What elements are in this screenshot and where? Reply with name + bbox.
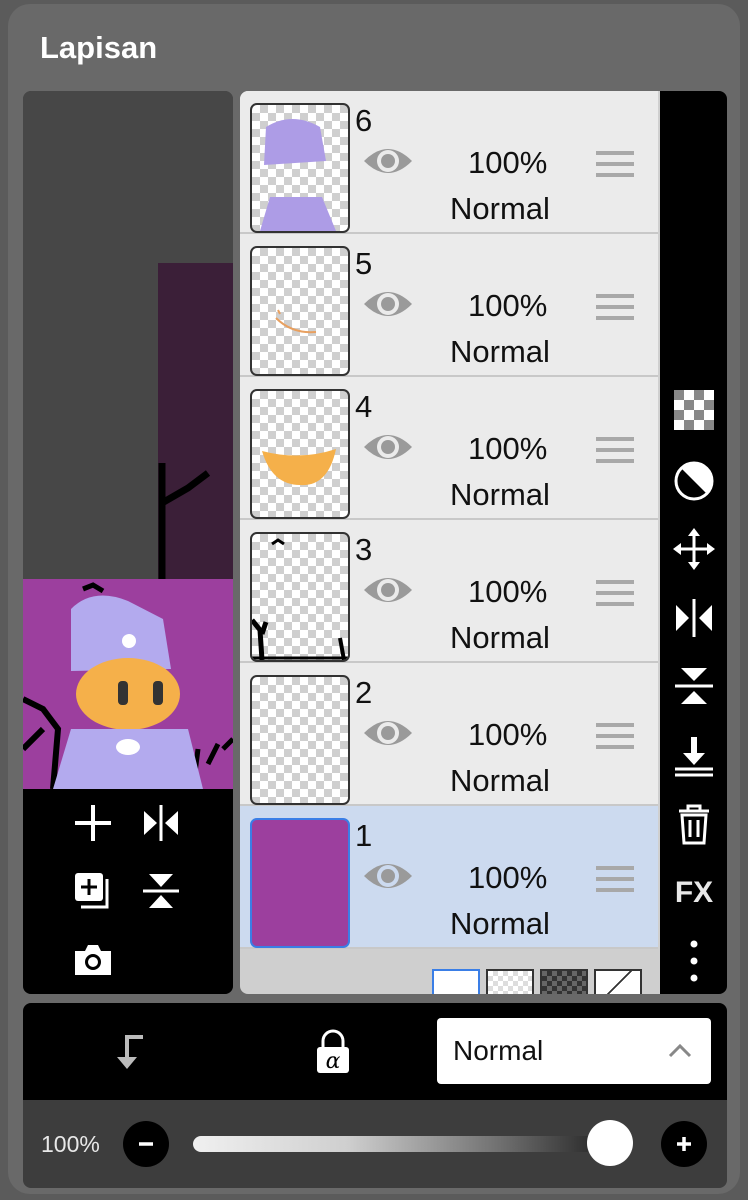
drag-handle-icon[interactable]	[596, 580, 634, 610]
invert-icon[interactable]	[669, 456, 719, 506]
blend-mode-select[interactable]: Normal	[437, 1018, 711, 1084]
opacity-slider-knob[interactable]	[587, 1120, 633, 1166]
layer-tools-sidebar: FX	[660, 91, 727, 994]
decrease-opacity-button[interactable]	[123, 1121, 169, 1167]
visibility-eye-icon[interactable]	[362, 427, 414, 467]
move-icon[interactable]	[669, 524, 719, 574]
visibility-eye-icon[interactable]	[362, 856, 414, 896]
visibility-eye-icon[interactable]	[362, 141, 414, 181]
layer-blend-mode: Normal	[450, 477, 550, 512]
drag-handle-icon[interactable]	[596, 151, 634, 181]
layer-row[interactable]: 6 100% Normal	[240, 91, 658, 234]
layer-thumbnail	[250, 675, 350, 805]
drag-handle-icon[interactable]	[596, 294, 634, 324]
layer-opacity: 100%	[468, 288, 548, 323]
layer-row[interactable]: 2 100% Normal	[240, 663, 658, 806]
merge-down-icon[interactable]	[669, 731, 719, 781]
increase-opacity-button[interactable]	[661, 1121, 707, 1167]
layer-list[interactable]: 6 100% Normal 5 100% Normal 4 100% Norma…	[240, 91, 660, 994]
layer-thumbnail	[250, 532, 350, 662]
layer-thumbnail	[250, 246, 350, 376]
layer-options-bar: α Normal	[23, 1003, 727, 1100]
layer-row[interactable]: 4 100% Normal	[240, 377, 658, 520]
more-icon[interactable]	[669, 936, 719, 986]
transparency-icon[interactable]	[669, 385, 719, 435]
layer-number: 6	[355, 103, 373, 138]
add-layer-icon[interactable]	[71, 801, 115, 845]
drag-handle-icon[interactable]	[596, 723, 634, 753]
layer-blend-mode: Normal	[450, 906, 550, 941]
alpha-lock-icon[interactable]: α	[313, 1029, 353, 1075]
dark-checker-swatch[interactable]	[540, 969, 588, 994]
chevron-up-icon	[668, 1043, 692, 1058]
preview-thumbnail[interactable]	[23, 579, 233, 790]
layer-number: 5	[355, 246, 373, 281]
layer-opacity: 100%	[468, 145, 548, 180]
layer-opacity: 100%	[468, 574, 548, 609]
layer-number: 2	[355, 675, 373, 710]
flip-vertical-icon[interactable]	[669, 661, 719, 711]
layer-thumbnail	[250, 103, 350, 233]
blend-mode-value: Normal	[453, 1035, 544, 1066]
duplicate-layer-icon[interactable]	[71, 869, 115, 913]
white-background-swatch[interactable]	[432, 969, 480, 994]
drag-handle-icon[interactable]	[596, 437, 634, 467]
layer-number: 4	[355, 389, 373, 424]
layer-thumbnail	[250, 818, 350, 948]
layer-number: 3	[355, 532, 373, 567]
opacity-control: 100%	[23, 1100, 727, 1188]
flip-horizontal-icon[interactable]	[669, 593, 719, 643]
camera-icon[interactable]	[71, 937, 115, 981]
trash-icon[interactable]	[669, 799, 719, 849]
layer-number: 1	[355, 818, 373, 853]
layer-thumbnail	[250, 389, 350, 519]
layer-blend-mode: Normal	[450, 763, 550, 798]
light-checker-swatch[interactable]	[486, 969, 534, 994]
opacity-value: 100%	[41, 1131, 100, 1157]
layer-row[interactable]: 3 100% Normal	[240, 520, 658, 663]
transparent-swatch[interactable]	[594, 969, 642, 994]
preview-toolbar	[23, 789, 233, 994]
flip-vertical-icon[interactable]	[139, 869, 183, 913]
layer-row[interactable]: 5 100% Normal	[240, 234, 658, 377]
layer-row-selected[interactable]: 1 100% Normal	[240, 806, 658, 949]
panel-title: Lapisan	[40, 30, 158, 65]
clip-arrow-icon[interactable]	[107, 1031, 149, 1073]
canvas-preview[interactable]	[23, 91, 233, 994]
visibility-eye-icon[interactable]	[362, 570, 414, 610]
flip-horizontal-icon[interactable]	[139, 801, 183, 845]
opacity-slider-track[interactable]	[193, 1136, 633, 1152]
layer-blend-mode: Normal	[450, 334, 550, 369]
fx-icon[interactable]: FX	[669, 868, 719, 918]
layer-opacity: 100%	[468, 431, 548, 466]
visibility-eye-icon[interactable]	[362, 284, 414, 324]
layer-blend-mode: Normal	[450, 191, 550, 226]
drag-handle-icon[interactable]	[596, 866, 634, 896]
visibility-eye-icon[interactable]	[362, 713, 414, 753]
layer-blend-mode: Normal	[450, 620, 550, 655]
layer-opacity: 100%	[468, 860, 548, 895]
svg-text:α: α	[326, 1049, 341, 1074]
layer-opacity: 100%	[468, 717, 548, 752]
